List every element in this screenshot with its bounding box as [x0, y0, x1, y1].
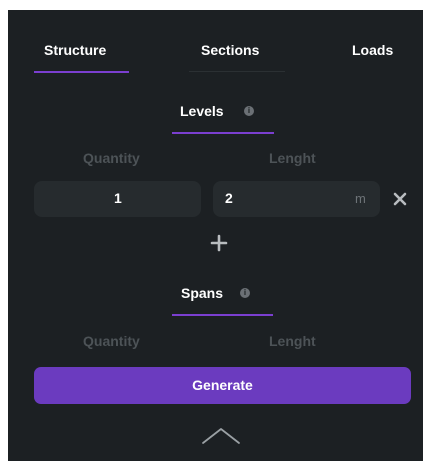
active-tab-indicator: [34, 71, 129, 73]
spans-quantity-label: Quantity: [83, 333, 140, 349]
levels-quantity-label: Quantity: [83, 150, 140, 166]
chevron-up-icon[interactable]: [201, 425, 241, 445]
spans-info-icon[interactable]: i: [240, 288, 250, 298]
levels-info-icon[interactable]: i: [244, 106, 254, 116]
tab-structure[interactable]: Structure: [44, 42, 106, 58]
generate-button[interactable]: Generate: [34, 367, 411, 404]
levels-length-input[interactable]: 2 m: [213, 181, 380, 217]
levels-title: Levels: [180, 103, 224, 119]
spans-underline: [172, 314, 273, 316]
structure-panel: Structure Sections Loads Levels i Quanti…: [8, 10, 423, 461]
levels-quantity-value: 1: [114, 190, 122, 206]
tab-divider: [189, 71, 285, 72]
add-level-plus-icon[interactable]: [210, 234, 228, 252]
spans-title: Spans: [181, 285, 224, 301]
levels-underline: [172, 132, 274, 134]
tab-sections[interactable]: Sections: [201, 42, 259, 58]
levels-length-unit: m: [355, 191, 366, 206]
tab-loads[interactable]: Loads: [352, 42, 393, 58]
levels-quantity-input[interactable]: 1: [34, 181, 201, 217]
tab-bar: Structure Sections Loads: [8, 10, 423, 73]
levels-length-value: 2: [225, 190, 233, 206]
close-icon[interactable]: [392, 191, 408, 207]
spans-length-label: Lenght: [269, 333, 316, 349]
levels-length-label: Lenght: [269, 150, 316, 166]
